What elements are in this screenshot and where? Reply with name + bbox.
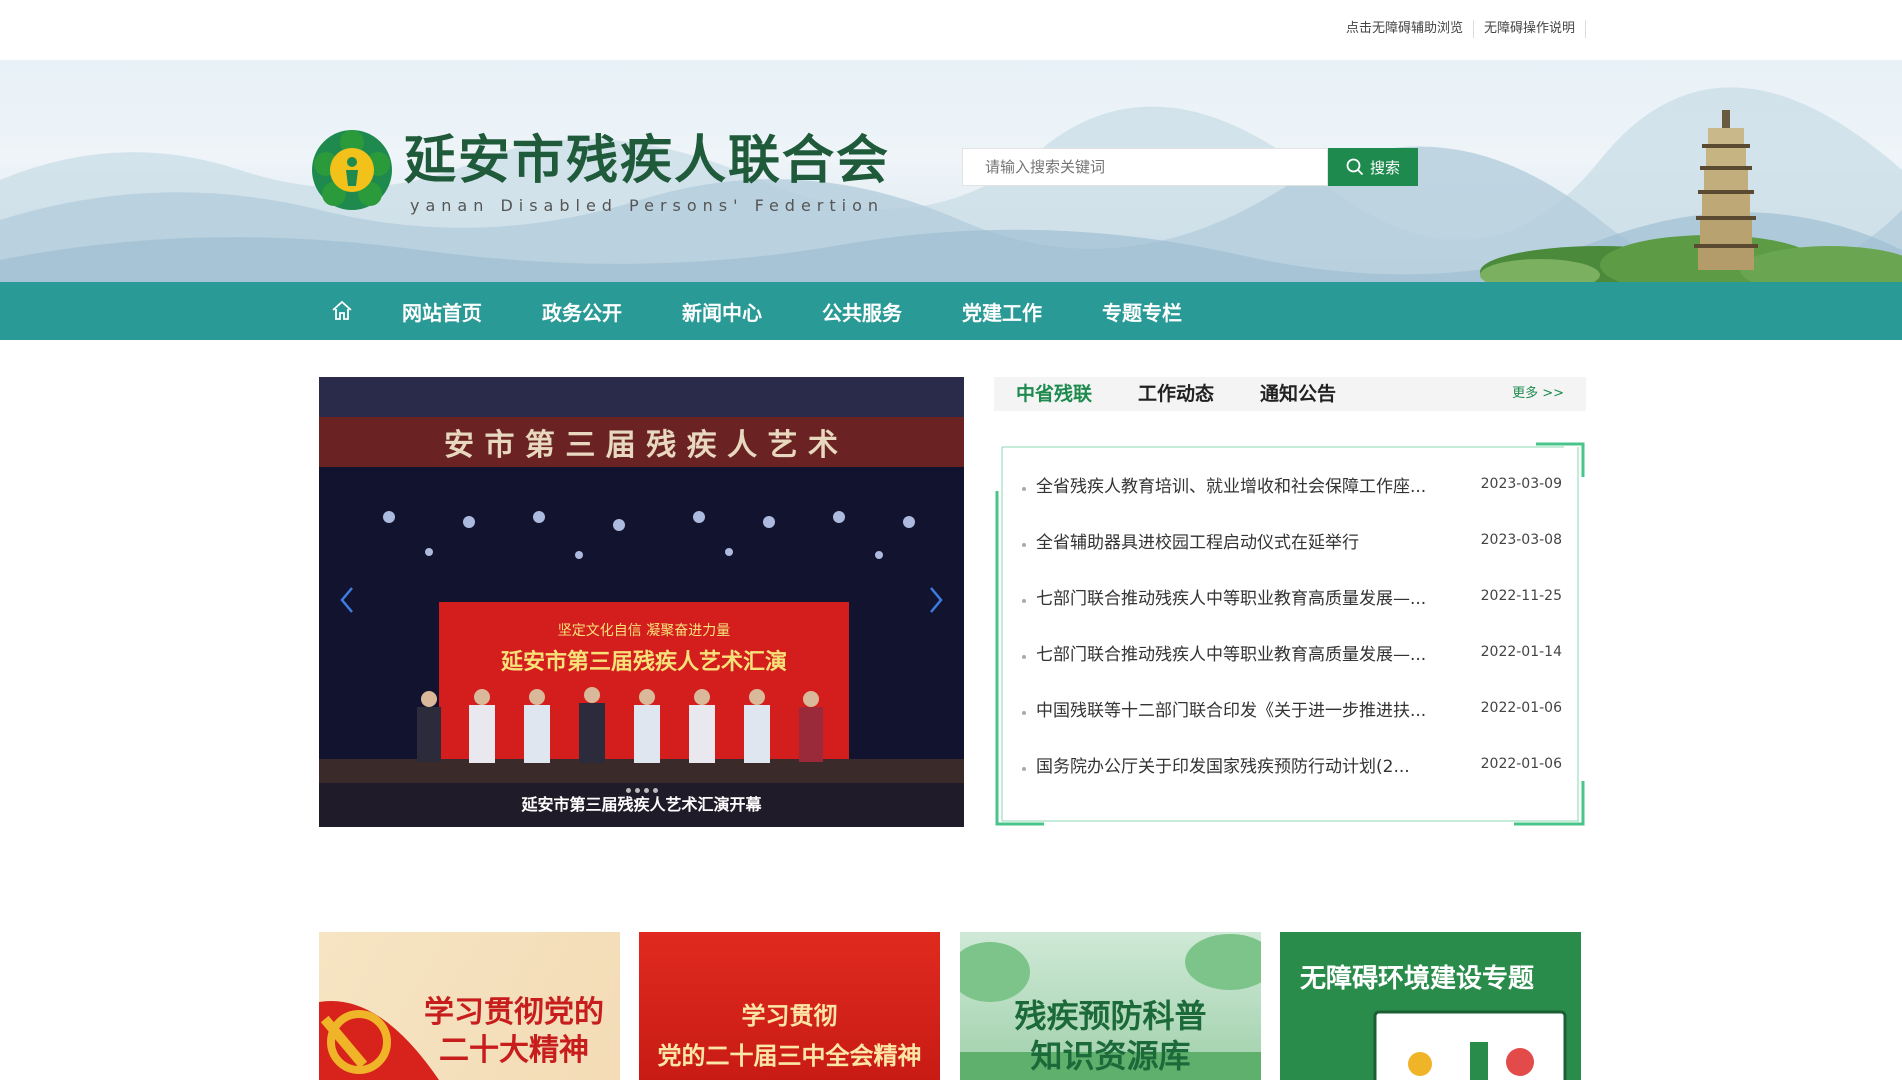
news-panel: 中省残联 工作动态 通知公告 更多 >> 全省残疾人教育培训、就业增收和社会保障… <box>994 377 1586 827</box>
site-subtitle: yanan Disabled Persons' Federtion <box>410 196 885 215</box>
card-line-2: 二十大精神 <box>439 1033 589 1068</box>
news-title[interactable]: 七部门联合推动残疾人中等职业教育高质量发展—... <box>1036 643 1446 667</box>
news-item[interactable]: 全省辅助器具进校园工程启动仪式在延举行 2023-03-08 <box>1022 531 1562 587</box>
nav-item-party-building[interactable]: 党建工作 <box>932 297 1072 326</box>
banner-text: 安 市 第 三 届 残 疾 人 艺 术 <box>444 428 838 463</box>
nav-item-news-center[interactable]: 新闻中心 <box>652 297 792 326</box>
news-title[interactable]: 国务院办公厅关于印发国家残疾预防行动计划(2... <box>1036 755 1446 779</box>
carousel-caption: 延安市第三届残疾人艺术汇演开幕 <box>319 783 964 827</box>
news-title[interactable]: 七部门联合推动残疾人中等职业教育高质量发展—... <box>1036 587 1446 611</box>
main-navigation: 网站首页 政务公开 新闻中心 公共服务 党建工作 专题专栏 <box>0 282 1902 340</box>
home-icon[interactable] <box>330 299 354 323</box>
tab-announcements[interactable]: 通知公告 <box>1260 377 1336 411</box>
card-line-1: 残疾预防科普 <box>1014 997 1207 1035</box>
news-date: 2022-11-25 <box>1480 588 1562 604</box>
site-title: 延安市残疾人联合会 <box>404 130 891 191</box>
top-utility-bar: 点击无障碍辅助浏览 无障碍操作说明 <box>0 0 1902 60</box>
carousel-next-arrow-icon[interactable] <box>926 585 946 615</box>
stage-title: 延安市第三届残疾人艺术汇演 <box>500 649 787 675</box>
news-item[interactable]: 七部门联合推动残疾人中等职业教育高质量发展—... 2022-01-14 <box>1022 643 1562 699</box>
search-button-label: 搜索 <box>1369 158 1400 177</box>
photo-carousel[interactable]: 安 市 第 三 届 残 疾 人 艺 术 坚定文化自信 凝聚奋进力量 延安市第三届… <box>319 377 964 827</box>
news-list: 全省残疾人教育培训、就业增收和社会保障工作座... 2023-03-09 全省辅助… <box>1022 475 1562 811</box>
accessibility-browse-link[interactable]: 点击无障碍辅助浏览 <box>1336 20 1474 38</box>
news-date: 2022-01-06 <box>1480 700 1562 716</box>
news-title[interactable]: 中国残联等十二部门联合印发《关于进一步推进扶... <box>1036 699 1446 723</box>
accessibility-links: 点击无障碍辅助浏览 无障碍操作说明 <box>1336 20 1586 38</box>
search-button[interactable]: 搜索 <box>1328 148 1418 186</box>
news-date: 2022-01-06 <box>1480 756 1562 772</box>
header-banner: 延安市残疾人联合会 yanan Disabled Persons' Federt… <box>0 60 1902 282</box>
accessibility-illustration <box>1373 1010 1567 1080</box>
card-accessibility-topic[interactable]: 无障碍环境建设专题 <box>1280 932 1581 1080</box>
card-third-plenum[interactable]: 学习贯彻 党的二十届三中全会精神 <box>639 932 940 1080</box>
card-disability-prevention[interactable]: 残疾预防科普 知识资源库 <box>960 932 1261 1080</box>
carousel-photo: 安 市 第 三 届 残 疾 人 艺 术 坚定文化自信 凝聚奋进力量 延安市第三届… <box>319 377 964 827</box>
nav-item-home[interactable]: 网站首页 <box>372 297 512 326</box>
news-title[interactable]: 全省残疾人教育培训、就业增收和社会保障工作座... <box>1036 475 1446 499</box>
news-item[interactable]: 全省残疾人教育培训、就业增收和社会保障工作座... 2023-03-09 <box>1022 475 1562 531</box>
carousel-prev-arrow-icon[interactable] <box>337 585 357 615</box>
search-input[interactable] <box>962 148 1328 186</box>
nav-item-special-topics[interactable]: 专题专栏 <box>1072 297 1212 326</box>
nav-items: 网站首页 政务公开 新闻中心 公共服务 党建工作 专题专栏 <box>372 282 1212 340</box>
card-line-2: 党的二十届三中全会精神 <box>657 1042 922 1070</box>
tab-provincial-federation[interactable]: 中省残联 <box>1016 377 1092 411</box>
card-20th-congress[interactable]: 学习贯彻党的 二十大精神 <box>319 932 620 1080</box>
news-date: 2023-03-09 <box>1480 476 1562 492</box>
news-date: 2022-01-14 <box>1480 644 1562 660</box>
tab-work-updates[interactable]: 工作动态 <box>1138 377 1214 411</box>
nav-item-public-services[interactable]: 公共服务 <box>792 297 932 326</box>
news-tabs: 中省残联 工作动态 通知公告 更多 >> <box>994 377 1586 411</box>
card-line-1: 学习贯彻 <box>741 1002 838 1030</box>
search-bar: 搜索 <box>962 148 1418 186</box>
news-item[interactable]: 中国残联等十二部门联合印发《关于进一步推进扶... 2022-01-06 <box>1022 699 1562 755</box>
federation-logo <box>312 130 392 210</box>
search-icon <box>1346 158 1364 176</box>
card-line-1: 学习贯彻党的 <box>424 995 604 1030</box>
news-date: 2023-03-08 <box>1480 532 1562 548</box>
news-item[interactable]: 国务院办公厅关于印发国家残疾预防行动计划(2... 2022-01-06 <box>1022 755 1562 811</box>
stage-slogan: 坚定文化自信 凝聚奋进力量 <box>558 623 730 639</box>
mountain-landscape-background <box>0 87 1902 282</box>
more-link[interactable]: 更多 >> <box>1512 377 1564 411</box>
news-title[interactable]: 全省辅助器具进校园工程启动仪式在延举行 <box>1036 531 1446 555</box>
card-line-2: 知识资源库 <box>1030 1037 1191 1075</box>
news-item[interactable]: 七部门联合推动残疾人中等职业教育高质量发展—... 2022-11-25 <box>1022 587 1562 643</box>
accessibility-help-link[interactable]: 无障碍操作说明 <box>1474 20 1586 38</box>
nav-item-government-affairs[interactable]: 政务公开 <box>512 297 652 326</box>
